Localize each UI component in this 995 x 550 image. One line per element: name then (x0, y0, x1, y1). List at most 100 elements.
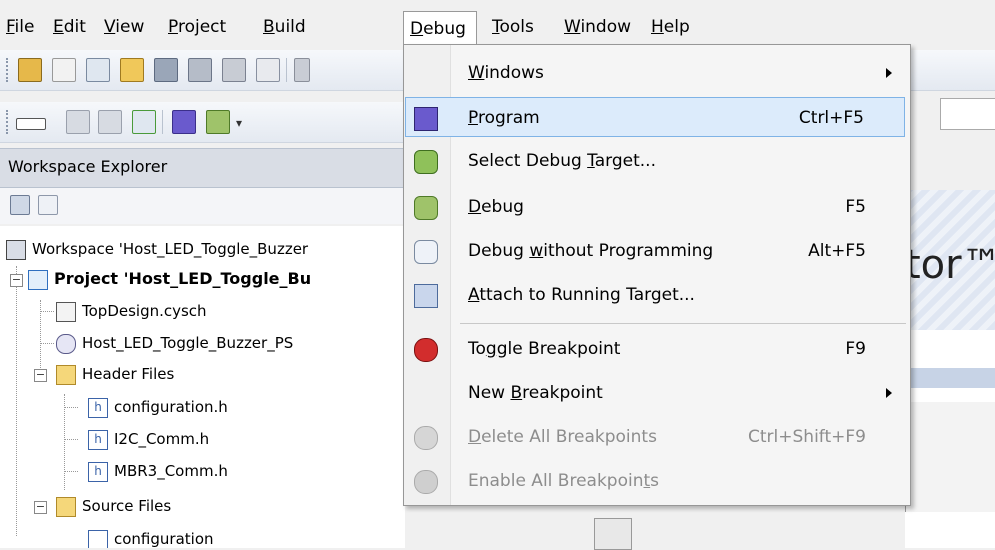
tree-item-psoc[interactable]: Host_LED_Toggle_Buzzer_PS (56, 328, 293, 358)
workspace-label: Workspace 'Host_LED_Toggle_Buzzer (32, 240, 309, 258)
add-item-icon[interactable] (86, 58, 110, 82)
menu-window-mnemonic: W (564, 17, 581, 37)
clean-disabled-icon (98, 110, 122, 134)
menu-help-label: elp (663, 17, 690, 37)
tree-item-header[interactable]: h MBR3_Comm.h (88, 456, 228, 486)
menu-build-label: uild (274, 17, 306, 37)
cut-icon[interactable] (294, 58, 310, 82)
tree-folder-header-files[interactable]: Header Files (56, 359, 174, 389)
header-file-icon: h (88, 397, 108, 418)
menu-item-label: Debug without Programming (468, 241, 714, 261)
folder-open-icon (56, 364, 76, 385)
menu-item-debug-without-programming[interactable]: Debug without Programming Alt+F5 (406, 231, 906, 271)
toolbar-separator (286, 58, 287, 82)
menu-tools[interactable]: Tools (486, 14, 540, 44)
menu-item-toggle-breakpoint[interactable]: Toggle Breakpoint F9 (406, 329, 906, 369)
tree-workspace[interactable]: Workspace 'Host_LED_Toggle_Buzzer (6, 234, 308, 264)
menu-window-label: indow (580, 17, 632, 37)
collapse-all-icon[interactable] (10, 195, 30, 215)
tree-project[interactable]: Project 'Host_LED_Toggle_Bu (28, 264, 311, 294)
menu-window[interactable]: Window (558, 14, 637, 44)
program-chip-icon[interactable] (172, 110, 196, 134)
tree-item-topdesign[interactable]: TopDesign.cysch (56, 296, 207, 326)
menu-item-attach-to-running-target[interactable]: Attach to Running Target... (406, 275, 906, 315)
attach-target-icon (414, 284, 438, 308)
expand-collapse-icon[interactable]: − (10, 274, 23, 287)
menu-item-new-breakpoint[interactable]: New Breakpoint (406, 373, 906, 413)
tree-folder-source-files[interactable]: Source Files (56, 491, 171, 521)
menu-item-shortcut: F9 (845, 339, 866, 359)
menu-item-shortcut: Alt+F5 (808, 241, 866, 261)
submenu-arrow-icon (886, 388, 892, 398)
save-icon[interactable] (154, 58, 178, 82)
folder-open-icon (56, 496, 76, 517)
tree-line (16, 266, 17, 536)
menu-separator (460, 323, 906, 324)
menu-item-enable-all-breakpoints: Enable All Breakpoints (406, 461, 906, 501)
menu-edit[interactable]: Edit (47, 14, 92, 44)
workspace-explorer-titlebar: Workspace Explorer (0, 148, 405, 188)
menu-item-label: Toggle Breakpoint (468, 339, 621, 359)
header-file-icon: h (88, 429, 108, 450)
menu-item-program[interactable]: Program Ctrl+F5 (405, 97, 905, 137)
expand-collapse-icon[interactable]: − (34, 501, 47, 514)
menu-build-mnemonic: B (263, 17, 275, 37)
enable-breakpoints-icon (414, 470, 438, 494)
show-files-icon[interactable] (38, 195, 58, 215)
menu-debug[interactable]: Debug (403, 11, 477, 45)
header-file-label: I2C_Comm.h (114, 430, 210, 448)
header-folder-label: Header Files (82, 365, 175, 383)
menu-item-select-debug-target[interactable]: Select Debug Target... (406, 141, 906, 181)
menu-item-debug[interactable]: Debug F5 (406, 187, 906, 227)
workspace-icon (6, 239, 26, 260)
menu-view-mnemonic: V (104, 17, 116, 37)
debug-bug-icon[interactable] (206, 110, 230, 134)
workspace-tree: Workspace 'Host_LED_Toggle_Buzzer − Proj… (0, 226, 405, 548)
menu-item-windows[interactable]: Windows (406, 53, 906, 93)
save-all-icon[interactable] (188, 58, 212, 82)
delete-breakpoints-icon (414, 426, 438, 450)
toolbar-grip[interactable] (6, 58, 11, 82)
expand-collapse-icon[interactable]: − (34, 369, 47, 382)
menu-file[interactable]: File (0, 14, 40, 44)
menu-tools-label: ools (499, 17, 534, 37)
menu-item-label: Select Debug Target... (468, 151, 656, 171)
toolbar-separator (162, 110, 163, 134)
menu-view[interactable]: View (98, 14, 150, 44)
print-icon[interactable] (222, 58, 246, 82)
start-page-logo-text: tor™ (905, 242, 995, 288)
tree-item-header[interactable]: h configuration.h (88, 392, 228, 422)
menu-debug-mnemonic: D (410, 19, 424, 39)
print-preview-icon[interactable] (256, 58, 280, 82)
menu-help[interactable]: Help (645, 14, 696, 44)
new-file-icon[interactable] (52, 58, 76, 82)
rectangle-tool-icon[interactable] (16, 118, 46, 130)
toolbar-combo-box[interactable] (940, 98, 995, 130)
menu-edit-mnemonic: E (53, 17, 64, 37)
project-label: Project 'Host_LED_Toggle_Bu (54, 269, 312, 288)
menu-build[interactable]: Build (257, 14, 312, 44)
tree-item-source[interactable]: configuration (88, 524, 214, 548)
source-file-label: configuration (114, 530, 214, 548)
header-file-label: configuration.h (114, 398, 228, 416)
generate-application-icon[interactable] (132, 110, 156, 134)
splitter-control[interactable] (594, 518, 632, 550)
project-icon (28, 269, 48, 290)
program-chip-icon (414, 107, 438, 131)
toolbar-grip[interactable] (6, 110, 11, 134)
menu-item-label: Attach to Running Target... (468, 285, 695, 305)
debug-menu-dropdown: Windows Program Ctrl+F5 Select Debug Tar… (403, 44, 911, 506)
tree-line (64, 439, 78, 440)
menu-file-mnemonic: F (6, 17, 15, 37)
start-page-header-bar (905, 368, 995, 388)
build-disabled-icon (66, 110, 90, 134)
new-workspace-icon[interactable] (18, 58, 42, 82)
menu-project[interactable]: Project (162, 14, 232, 44)
start-page-panel (905, 402, 995, 512)
tree-item-header[interactable]: h I2C_Comm.h (88, 424, 209, 454)
menu-item-shortcut: Ctrl+Shift+F9 (748, 427, 866, 447)
menu-help-mnemonic: H (651, 17, 664, 37)
open-folder-icon[interactable] (120, 58, 144, 82)
menu-project-label: roject (177, 17, 227, 37)
toolbar-overflow-icon[interactable]: ▾ (236, 116, 242, 130)
